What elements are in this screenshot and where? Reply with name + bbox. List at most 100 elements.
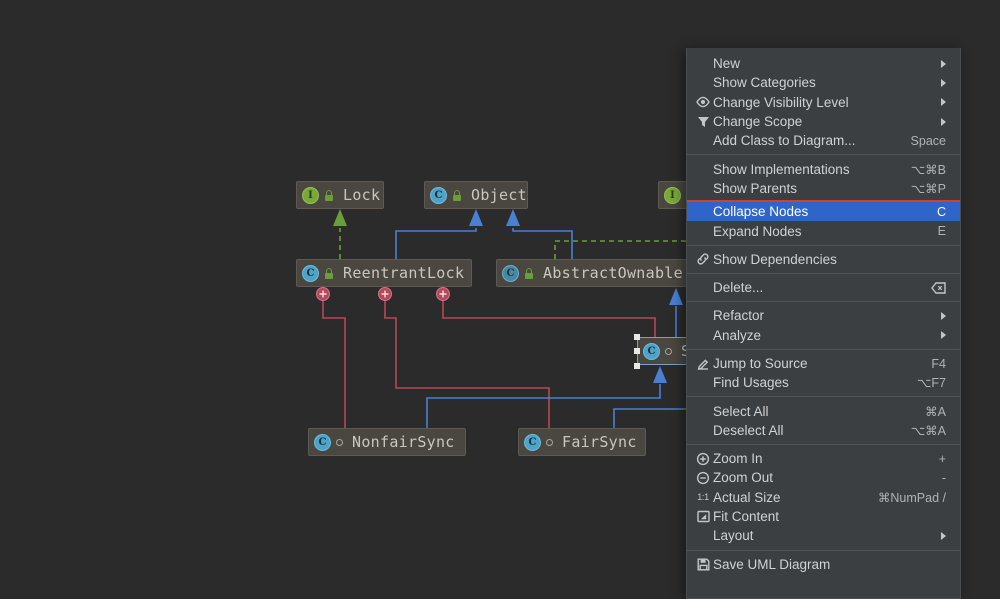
lock-visibility-icon <box>324 189 334 201</box>
menu-item-shortcut: F4 <box>931 356 946 371</box>
class-node-object[interactable]: C Object <box>424 181 528 209</box>
menu-item-label: Show Dependencies <box>713 251 837 267</box>
selection-handle-ml[interactable] <box>634 348 640 354</box>
edge-implements-abstractownable-interface <box>554 240 686 259</box>
menu-item-shortcut: ⌘A <box>925 404 946 419</box>
menu-item-label: Collapse Nodes <box>713 204 809 220</box>
menu-item-refactor[interactable]: Refactor <box>687 306 960 325</box>
class-node-label: NonfairSync <box>352 433 455 451</box>
submenu-arrow-icon <box>941 78 946 87</box>
menu-item-label: Save UML Diagram <box>713 556 831 572</box>
menu-item-label: Zoom Out <box>713 470 774 486</box>
menu-item-layout[interactable]: Layout <box>687 526 960 545</box>
edge-extends-sync-abstractownable <box>669 288 683 337</box>
menu-divider <box>687 396 960 398</box>
menu-item-show-parents[interactable]: Show Parents ⌥⌘P <box>687 179 960 198</box>
package-private-visibility-icon <box>336 438 343 446</box>
menu-item-select-all[interactable]: Select All ⌘A <box>687 401 960 420</box>
class-node-nonfairsync[interactable]: C NonfairSync <box>308 428 466 456</box>
edge-inner-class-group <box>322 300 656 428</box>
zoom-out-icon <box>693 471 713 485</box>
menu-item-shortcut: ⌥F7 <box>917 376 946 391</box>
menu-item-label: Find Usages <box>713 375 789 391</box>
class-badge-icon: C <box>430 186 447 204</box>
selection-handle-tl[interactable] <box>634 334 640 340</box>
menu-item-new[interactable]: New <box>687 54 960 73</box>
menu-item-show-dependencies[interactable]: Show Dependencies <box>687 250 960 269</box>
save-icon <box>693 558 713 571</box>
fit-content-icon <box>693 510 713 523</box>
menu-item-change-scope[interactable]: Change Scope <box>687 112 960 131</box>
menu-item-change-visibility-level[interactable]: Change Visibility Level <box>687 93 960 112</box>
class-node-fairsync[interactable]: C FairSync <box>518 428 646 456</box>
menu-item-collapse-nodes[interactable]: Collapse Nodes C <box>687 202 960 222</box>
class-badge-icon: C <box>643 342 660 360</box>
pencil-icon <box>693 357 713 371</box>
menu-item-add-class-to-diagram[interactable]: Add Class to Diagram... Space <box>687 131 960 150</box>
menu-divider <box>687 244 960 246</box>
menu-item-label: Layout <box>713 528 754 544</box>
menu-item-zoom-out[interactable]: Zoom Out - <box>687 468 960 487</box>
menu-item-label: New <box>713 56 741 72</box>
menu-item-label: Zoom In <box>713 451 763 467</box>
class-node-lock[interactable]: I Lock <box>296 181 384 209</box>
submenu-arrow-icon <box>941 311 946 320</box>
edge-extends-abstractownable-object <box>506 209 573 259</box>
menu-item-jump-to-source[interactable]: Jump to Source F4 <box>687 354 960 373</box>
lock-visibility-icon <box>524 267 534 279</box>
actual-size-icon: 1:1 <box>697 492 709 503</box>
uml-diagram-editor: I Lock C Object I C ReentrantLock C Abst… <box>0 0 1000 599</box>
menu-item-shortcut: ⌥⌘P <box>910 181 946 196</box>
package-private-visibility-icon <box>546 438 553 446</box>
menu-item-label: Change Scope <box>713 114 803 130</box>
menu-divider <box>687 272 960 274</box>
menu-item-show-implementations[interactable]: Show Implementations ⌥⌘B <box>687 159 960 178</box>
interface-badge-icon: I <box>664 186 681 204</box>
menu-item-label: Add Class to Diagram... <box>713 133 856 149</box>
menu-item-fit-content[interactable]: Fit Content <box>687 507 960 526</box>
menu-item-shortcut: E <box>937 224 946 239</box>
class-node-label: FairSync <box>562 433 637 451</box>
menu-item-analyze[interactable]: Analyze <box>687 326 960 345</box>
menu-item-label: Analyze <box>713 327 762 343</box>
menu-item-expand-nodes[interactable]: Expand Nodes E <box>687 221 960 240</box>
link-icon <box>693 252 713 266</box>
submenu-arrow-icon <box>941 117 946 126</box>
menu-item-find-usages[interactable]: Find Usages ⌥F7 <box>687 373 960 392</box>
submenu-arrow-icon <box>941 59 946 68</box>
menu-item-delete[interactable]: Delete... <box>687 278 960 297</box>
menu-item-actual-size[interactable]: 1:1 Actual Size ⌘NumPad / <box>687 488 960 507</box>
edge-extends-nonfairsync-sync <box>426 366 667 428</box>
menu-item-show-categories[interactable]: Show Categories <box>687 73 960 92</box>
menu-item-label: Refactor <box>713 308 765 324</box>
selection-handle-bl[interactable] <box>634 363 640 369</box>
class-node-reentrantlock[interactable]: C ReentrantLock <box>296 259 472 287</box>
menu-item-label: Show Implementations <box>713 161 850 177</box>
delete-key-icon <box>931 281 946 294</box>
menu-item-deselect-all[interactable]: Deselect All ⌥⌘A <box>687 421 960 440</box>
interface-badge-icon: I <box>302 186 319 204</box>
menu-item-shortcut: ⌥⌘B <box>910 162 946 177</box>
class-badge-icon: C <box>314 433 331 451</box>
submenu-arrow-icon <box>941 531 946 540</box>
lock-visibility-icon <box>324 267 334 279</box>
menu-item-label: Deselect All <box>713 422 784 438</box>
context-menu[interactable]: New Show Categories Change Visibility Leve… <box>686 48 961 599</box>
menu-item-label: Change Visibility Level <box>713 94 849 110</box>
menu-divider <box>687 301 960 303</box>
lock-visibility-icon <box>452 189 462 201</box>
class-badge-icon: C <box>302 264 319 282</box>
edge-implements-reentrantlock-lock <box>333 209 347 259</box>
class-node-abstractownable[interactable]: C AbstractOwnable <box>496 259 696 287</box>
menu-item-shortcut: ⌥⌘A <box>910 423 946 438</box>
class-badge-icon: C <box>524 433 541 451</box>
menu-item-save-uml-diagram[interactable]: Save UML Diagram <box>687 555 960 574</box>
menu-item-zoom-in[interactable]: Zoom In + <box>687 449 960 468</box>
menu-item-label: Fit Content <box>713 509 780 525</box>
menu-item-label: Show Categories <box>713 75 816 91</box>
menu-item-label: Select All <box>713 403 769 419</box>
class-node-label: Lock <box>343 186 381 204</box>
menu-item-shortcut: ⌘NumPad / <box>877 490 946 505</box>
menu-item-label: Actual Size <box>713 489 781 505</box>
submenu-arrow-icon <box>941 98 946 107</box>
